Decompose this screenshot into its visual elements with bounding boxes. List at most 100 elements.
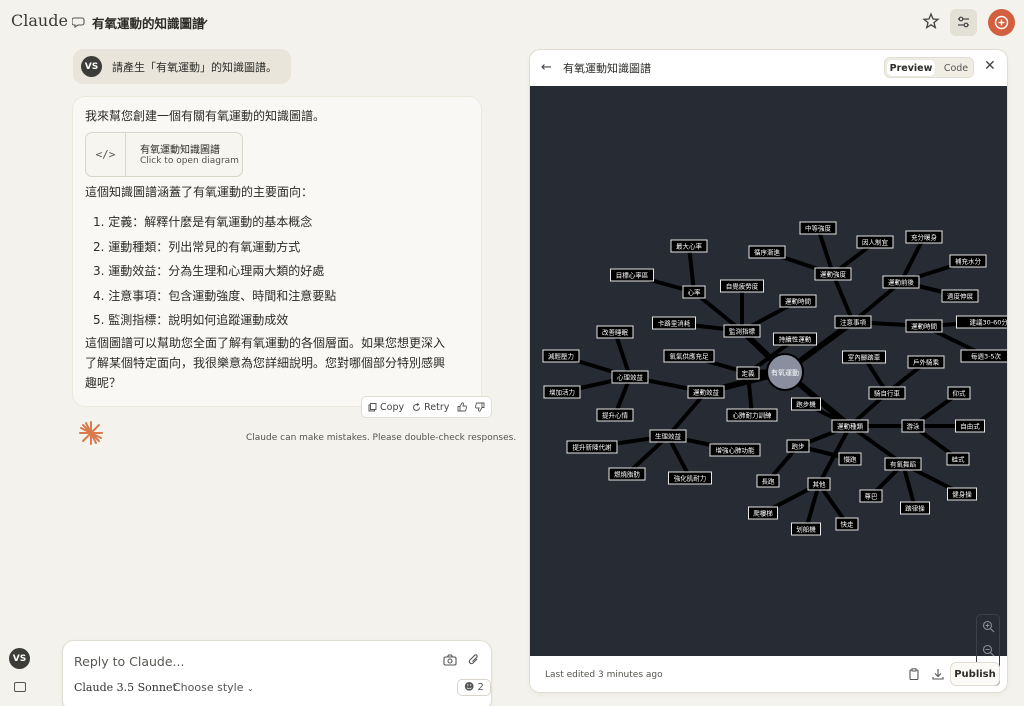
- graph-node[interactable]: 室內腳踏車: [842, 350, 886, 364]
- artifact-card[interactable]: </> 有氧運動知識圖譜 Click to open diagram: [85, 132, 243, 177]
- graph-node[interactable]: 跑步: [786, 439, 810, 453]
- graph-node[interactable]: 心理效益: [611, 370, 649, 384]
- style-selector[interactable]: Choose style ⌄: [173, 681, 254, 694]
- zoom-out-icon[interactable]: [982, 644, 995, 657]
- plus-chat-icon: [994, 15, 1009, 30]
- conversation-title[interactable]: 有氧運動的知識圖譜: [92, 13, 205, 32]
- graph-node[interactable]: 運動時間: [905, 319, 943, 333]
- list-item: 3. 運動效益：分為生理和心理兩大類的好處: [93, 264, 325, 278]
- graph-node[interactable]: 慢跑: [838, 452, 862, 466]
- sliders-button[interactable]: [950, 9, 977, 36]
- graph-node[interactable]: 游泳: [901, 419, 925, 433]
- project-badge[interactable]: ☻ 2: [457, 679, 491, 696]
- message-actions: Copy Retry: [361, 396, 493, 418]
- graph-node-label: 持續性運動: [779, 335, 812, 344]
- graph-node[interactable]: 強化肌耐力: [668, 471, 712, 485]
- tab-preview[interactable]: Preview: [887, 60, 935, 76]
- new-chat-button[interactable]: [988, 9, 1015, 36]
- graph-node[interactable]: 踏律操: [900, 501, 930, 515]
- graph-node[interactable]: 運動強度: [814, 267, 852, 281]
- graph-node[interactable]: 長跑: [756, 474, 780, 488]
- graph-node[interactable]: 定義: [736, 366, 760, 380]
- graph-node[interactable]: 划船機: [791, 522, 821, 536]
- paperclip-icon[interactable]: [468, 653, 480, 667]
- graph-node[interactable]: 監測指標: [723, 324, 761, 338]
- camera-icon[interactable]: [443, 654, 457, 666]
- graph-node-label: 心理效益: [617, 373, 644, 382]
- graph-node[interactable]: 改善睡眠: [596, 325, 634, 339]
- graph-node[interactable]: 有氧舞蹈: [884, 457, 922, 471]
- graph-node[interactable]: 蛙式: [946, 452, 970, 466]
- graph-node[interactable]: 建議30-60分鐘: [956, 315, 1008, 329]
- graph-node[interactable]: 適度伸展: [941, 289, 979, 303]
- graph-node[interactable]: 健身操: [947, 487, 977, 501]
- close-icon[interactable]: ✕: [984, 58, 996, 74]
- graph-node[interactable]: 尊巴: [859, 489, 883, 503]
- graph-node-label: 燃燒脂肪: [614, 470, 641, 479]
- download-icon[interactable]: [932, 668, 944, 680]
- graph-node[interactable]: 自覺疲勞度: [720, 279, 764, 293]
- graph-node[interactable]: 生理效益: [649, 429, 687, 443]
- reply-input[interactable]: Reply to Claude...: [74, 654, 184, 669]
- diagram-canvas[interactable]: 有氧運動 定義 持續性運動 氧氣供應充足 心肺耐力訓練 運動效益 心理效益 減輕壓力 增加活力 改…: [530, 86, 1008, 686]
- graph-node[interactable]: 戶外騎乘: [907, 355, 945, 369]
- retry-button[interactable]: Retry: [412, 402, 449, 413]
- graph-node[interactable]: 提升心情: [596, 408, 634, 422]
- assistant-closing-line-2: 了解某個特定面向，我很樂意為您詳細說明。您對哪個部分特別感興: [85, 356, 446, 370]
- graph-node[interactable]: 減輕壓力: [542, 349, 580, 363]
- graph-node[interactable]: 仰式: [947, 386, 971, 400]
- graph-node[interactable]: 快走: [835, 517, 859, 531]
- graph-node-label: 適度伸展: [947, 292, 974, 301]
- graph-node[interactable]: 增加活力: [543, 385, 581, 399]
- graph-node[interactable]: 增強心肺功能: [709, 443, 761, 457]
- graph-node[interactable]: 氧氣供應充足: [663, 349, 715, 363]
- graph-node[interactable]: 每週3-5次: [960, 349, 1007, 363]
- graph-node[interactable]: 最大心率: [670, 239, 708, 253]
- arrow-left-icon[interactable]: ←: [541, 60, 552, 75]
- star-icon[interactable]: [922, 12, 940, 30]
- retry-label: Retry: [424, 401, 450, 413]
- chevron-down-icon[interactable]: [199, 17, 209, 27]
- tab-code[interactable]: Code: [940, 60, 972, 76]
- graph-node[interactable]: 爬樓梯: [748, 506, 778, 520]
- style-label: Choose style: [173, 681, 244, 694]
- user-avatar: VS: [81, 56, 102, 77]
- graph-node[interactable]: 燃燒脂肪: [608, 467, 646, 481]
- graph-node[interactable]: 提升新陳代謝: [566, 440, 618, 454]
- app-logo[interactable]: Claude: [11, 11, 68, 30]
- account-avatar[interactable]: VS: [9, 648, 30, 669]
- publish-button[interactable]: Publish: [950, 662, 1000, 686]
- graph-node[interactable]: 循序漸進: [748, 245, 786, 259]
- graph-node[interactable]: 自由式: [955, 419, 985, 433]
- graph-node[interactable]: 運動時間: [779, 294, 817, 308]
- graph-node[interactable]: 補充水分: [949, 254, 987, 268]
- graph-node[interactable]: 目標心率區: [610, 268, 654, 282]
- graph-node-label: 充分暖身: [911, 233, 938, 242]
- graph-node-label: 循序漸進: [754, 248, 781, 257]
- graph-node-label: 自覺疲勞度: [726, 282, 759, 291]
- graph-node[interactable]: 持續性運動: [773, 332, 817, 346]
- graph-node[interactable]: 心肺耐力訓練: [726, 408, 778, 422]
- model-selector[interactable]: Claude 3.5 Sonnet: [74, 681, 177, 694]
- graph-node-label: 仰式: [953, 389, 967, 398]
- graph-node[interactable]: 因人制宜: [856, 235, 894, 249]
- graph-node[interactable]: 中等強度: [799, 221, 837, 235]
- graph-node[interactable]: 其他: [807, 477, 831, 491]
- graph-node[interactable]: 充分暖身: [905, 230, 943, 244]
- graph-node[interactable]: 心率: [682, 285, 706, 299]
- thumbs-up-icon[interactable]: [457, 402, 468, 412]
- graph-node-label: 最大心率: [676, 242, 703, 251]
- zoom-in-icon[interactable]: [982, 620, 995, 633]
- graph-node-label: 騎自行車: [874, 389, 901, 398]
- copy-button[interactable]: Copy: [368, 402, 404, 413]
- graph-node[interactable]: 跑步機: [791, 397, 821, 411]
- thumbs-down-icon[interactable]: [475, 402, 485, 412]
- graph-node[interactable]: 騎自行車: [868, 386, 906, 400]
- clipboard-icon[interactable]: [908, 668, 920, 680]
- graph-node[interactable]: 運動種類: [831, 419, 869, 433]
- graph-node[interactable]: 卡路里消耗: [652, 316, 696, 330]
- graph-node[interactable]: 注意事項: [834, 315, 872, 329]
- sidebar-toggle-icon[interactable]: [14, 682, 26, 692]
- graph-node[interactable]: 運動效益: [687, 385, 725, 399]
- graph-node[interactable]: 運動前後: [882, 275, 920, 289]
